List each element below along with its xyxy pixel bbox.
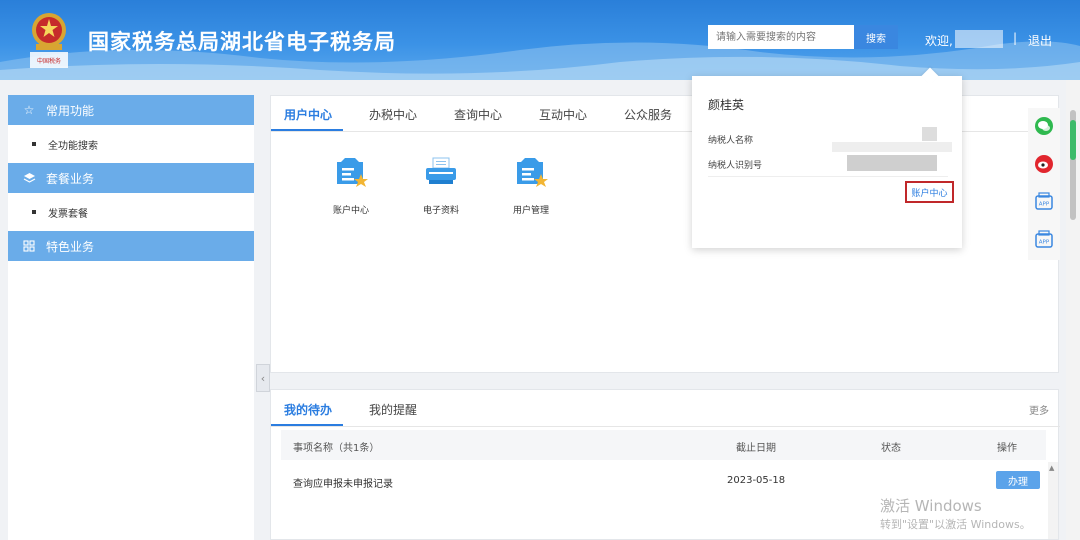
sidebar-group-label: 特色业务 xyxy=(46,239,95,254)
table-scrollbar[interactable]: ▲ xyxy=(1048,462,1058,539)
taxpayer-id-label: 纳税人识别号 xyxy=(708,161,763,171)
page-scrollbar[interactable] xyxy=(1066,80,1080,540)
column-header-deadline: 截止日期 xyxy=(736,443,776,454)
masked-taxpayer-name-ext xyxy=(832,142,952,152)
site-header: 中国税务 国家税务总局湖北省电子税务局 搜索 欢迎, | 退出 xyxy=(0,0,1080,80)
sidebar-group-common[interactable]: ☆ 常用功能 xyxy=(8,95,254,125)
tab-user-center[interactable]: 用户中心 xyxy=(284,106,332,123)
windows-activation-hint: 转到"设置"以激活 Windows。 xyxy=(880,518,1031,531)
masked-taxpayer-name xyxy=(922,127,937,141)
sidebar-group-package[interactable]: 套餐业务 xyxy=(8,163,254,193)
column-header-name: 事项名称（共1条） xyxy=(293,443,380,454)
tab-public-service[interactable]: 公众服务 xyxy=(624,106,672,123)
bullet-icon xyxy=(32,142,36,146)
site-title: 国家税务总局湖北省电子税务局 xyxy=(88,30,396,54)
header-separator: | xyxy=(1013,31,1018,45)
wechat-icon[interactable] xyxy=(1034,116,1054,136)
account-icon xyxy=(337,158,368,187)
tab-query-center[interactable]: 查询中心 xyxy=(454,106,502,123)
todo-item-name[interactable]: 查询应申报未申报记录 xyxy=(293,475,393,490)
taxpayer-name-label: 纳税人名称 xyxy=(708,136,754,146)
layers-icon xyxy=(22,171,36,185)
sidebar-group-label: 常用功能 xyxy=(46,103,95,118)
sidebar-collapse-handle[interactable]: ‹ xyxy=(256,364,270,392)
chevron-left-icon: ‹ xyxy=(260,371,266,385)
scroll-up-icon[interactable]: ▲ xyxy=(1049,464,1054,472)
svg-text:APP: APP xyxy=(1039,202,1050,208)
tab-interaction-center[interactable]: 互动中心 xyxy=(539,106,587,123)
masked-username[interactable] xyxy=(955,30,1003,48)
popup-divider xyxy=(708,176,948,177)
table-header: 事项名称（共1条） 截止日期 状态 操作 xyxy=(281,430,1046,460)
welcome-text: 欢迎, xyxy=(925,34,953,48)
table-row: 查询应申报未申报记录 2023-05-18 办理 xyxy=(281,466,1046,496)
scrollbar-indicator xyxy=(1070,120,1076,160)
grid-icon xyxy=(22,239,36,253)
app-user-management[interactable]: 用户管理 xyxy=(496,154,566,216)
bullet-icon xyxy=(32,210,36,214)
logout-link[interactable]: 退出 xyxy=(1028,32,1052,49)
sidebar-item-label: 发票套餐 xyxy=(48,208,88,220)
column-header-status: 状态 xyxy=(881,443,901,454)
active-tab-indicator xyxy=(271,129,343,131)
windows-activation-watermark: 激活 Windows xyxy=(880,497,982,515)
tab-my-todo[interactable]: 我的待办 xyxy=(284,401,332,418)
account-center-link[interactable]: 账户中心 xyxy=(905,181,954,203)
app-account-center[interactable]: 账户中心 xyxy=(316,154,386,216)
emblem-caption: 中国税务 xyxy=(36,58,61,65)
tab-tax-center[interactable]: 办税中心 xyxy=(369,106,417,123)
app-icon[interactable]: APP xyxy=(1034,230,1054,250)
sidebar: ☆ 常用功能 全功能搜索 套餐业务 发票套餐 特色业务 xyxy=(8,95,254,540)
app-icon[interactable]: APP xyxy=(1034,192,1054,212)
popup-user-name: 颜桂英 xyxy=(708,98,745,112)
user-manage-icon xyxy=(517,158,548,187)
app-label: 电子资料 xyxy=(422,206,459,216)
masked-taxpayer-id xyxy=(847,155,937,171)
sidebar-group-special[interactable]: 特色业务 xyxy=(8,231,254,261)
active-tab-indicator xyxy=(271,424,343,426)
svg-text:APP: APP xyxy=(1039,240,1050,246)
sidebar-group-label: 套餐业务 xyxy=(46,171,95,186)
star-icon: ☆ xyxy=(23,103,35,117)
weibo-icon[interactable] xyxy=(1034,154,1054,174)
column-header-action: 操作 xyxy=(997,443,1017,454)
sidebar-item-search[interactable]: 全功能搜索 xyxy=(8,125,254,163)
tax-emblem-logo: 中国税务 xyxy=(22,8,76,72)
floating-toolbar: APP APP xyxy=(1028,108,1060,260)
todo-tabs: 我的待办 我的提醒 更多 xyxy=(271,390,1060,427)
app-label: 用户管理 xyxy=(512,206,549,216)
printer-icon xyxy=(426,157,456,184)
sidebar-item-invoice-package[interactable]: 发票套餐 xyxy=(8,193,254,231)
handle-button[interactable]: 办理 xyxy=(996,471,1040,489)
app-electronic-data[interactable]: 电子资料 xyxy=(406,154,476,216)
search-button[interactable]: 搜索 xyxy=(854,25,898,49)
tab-my-reminders[interactable]: 我的提醒 xyxy=(369,401,417,418)
app-label: 账户中心 xyxy=(332,206,369,216)
todo-item-deadline: 2023-05-18 xyxy=(727,475,786,486)
sidebar-item-label: 全功能搜索 xyxy=(48,140,98,152)
search-input[interactable] xyxy=(708,25,854,49)
user-info-popup: 颜桂英 纳税人名称 纳税人识别号 账户中心 xyxy=(692,67,962,248)
more-link[interactable]: 更多 xyxy=(1029,402,1049,417)
